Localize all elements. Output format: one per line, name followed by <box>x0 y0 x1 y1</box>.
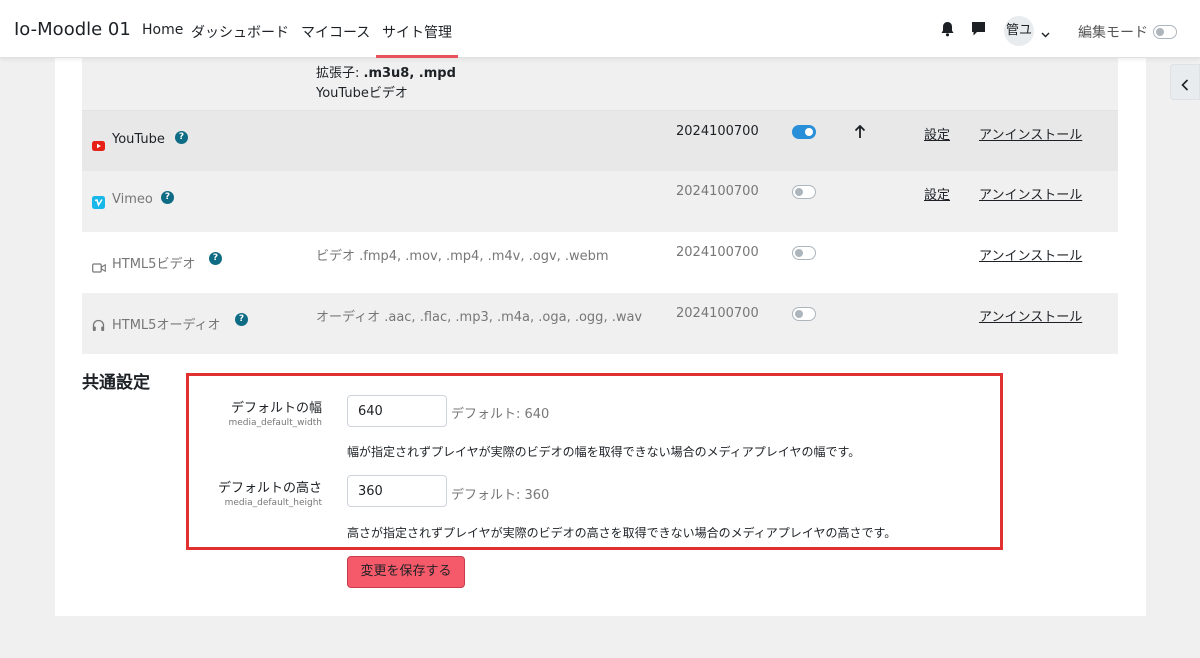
width-label: デフォルトの幅 <box>230 401 322 416</box>
vimeo-icon <box>92 194 105 213</box>
uninstall-link[interactable]: アンインストール <box>979 124 1082 143</box>
enable-toggle[interactable] <box>792 125 816 139</box>
nav-site-admin[interactable]: サイト管理 <box>376 22 458 58</box>
headphones-icon <box>92 317 105 336</box>
table-row-vimeo: Vimeo ? 2024100700 設定 アンインストール <box>82 171 1118 232</box>
enable-toggle[interactable] <box>792 185 816 199</box>
table-row: 拡張子: .m3u8, .mpd YouTubeビデオ <box>82 58 1118 110</box>
height-description: 高さが指定されずプレイヤが実際のビデオの高さを取得できない場合のメディアプレイヤ… <box>347 526 897 540</box>
site-brand[interactable]: Io-Moodle 01 <box>14 19 131 40</box>
edit-mode-label: 編集モード <box>1078 25 1148 41</box>
player-description: オーディオ .aac, .flac, .mp3, .m4a, .oga, .og… <box>316 310 643 325</box>
chevron-left-icon <box>1181 76 1189 95</box>
player-description: YouTubeビデオ <box>316 86 408 101</box>
height-key: media_default_height <box>224 498 322 508</box>
bell-icon[interactable] <box>940 21 955 41</box>
settings-link[interactable]: 設定 <box>924 184 950 203</box>
player-version: 2024100700 <box>676 124 759 139</box>
uninstall-link[interactable]: アンインストール <box>979 184 1082 203</box>
settings-link[interactable]: 設定 <box>924 124 950 143</box>
player-description: ビデオ .fmp4, .mov, .mp4, .m4v, .ogv, .webm <box>316 249 609 264</box>
youtube-icon <box>92 136 105 155</box>
table-row-youtube: YouTube ? 2024100700 設定 アンインストール <box>82 110 1118 171</box>
height-input[interactable] <box>347 475 447 507</box>
player-version: 2024100700 <box>676 184 759 199</box>
table-row-html5-audio: HTML5オーディオ ? オーディオ .aac, .flac, .mp3, .m… <box>82 293 1118 354</box>
height-label: デフォルトの高さ <box>217 481 322 496</box>
help-icon[interactable]: ? <box>235 313 248 326</box>
width-key: media_default_width <box>228 418 322 428</box>
drawer-toggle-button[interactable] <box>1170 64 1200 100</box>
width-input[interactable] <box>347 395 447 427</box>
edit-mode-toggle[interactable] <box>1153 25 1177 39</box>
arrow-up-icon[interactable] <box>854 124 866 143</box>
help-icon[interactable]: ? <box>209 252 222 265</box>
section-title: 共通設定 <box>82 373 150 393</box>
height-default: デフォルト: 360 <box>451 488 550 503</box>
nav-home[interactable]: Home <box>142 22 183 38</box>
player-version: 2024100700 <box>676 306 759 321</box>
nav-my-courses[interactable]: マイコース <box>301 22 370 42</box>
help-icon[interactable]: ? <box>175 131 188 144</box>
chevron-down-icon[interactable] <box>1041 24 1050 43</box>
player-version: 2024100700 <box>676 245 759 260</box>
uninstall-link[interactable]: アンインストール <box>979 306 1082 325</box>
extensions-label: 拡張子: <box>316 66 364 81</box>
uninstall-link[interactable]: アンインストール <box>979 245 1082 264</box>
message-icon[interactable] <box>971 21 986 41</box>
table-row-html5-video: HTML5ビデオ ? ビデオ .fmp4, .mov, .mp4, .m4v, … <box>82 232 1118 293</box>
nav-dashboard[interactable]: ダッシュボード <box>191 22 289 42</box>
width-default: デフォルト: 640 <box>451 407 550 422</box>
player-name: Vimeo <box>112 192 153 207</box>
player-name: HTML5オーディオ <box>112 318 221 333</box>
player-name: HTML5ビデオ <box>112 257 196 272</box>
user-avatar[interactable]: 管ユ <box>1004 16 1034 46</box>
enable-toggle[interactable] <box>792 246 816 260</box>
extensions-value: .m3u8, .mpd <box>363 66 456 81</box>
player-name: YouTube <box>112 132 165 147</box>
navbar: Io-Moodle 01 Home ダッシュボード マイコース サイト管理 管ユ… <box>0 0 1200 58</box>
enable-toggle[interactable] <box>792 307 816 321</box>
help-icon[interactable]: ? <box>161 191 174 204</box>
width-description: 幅が指定されずプレイヤが実際のビデオの幅を取得できない場合のメディアプレイヤの幅… <box>347 445 861 459</box>
video-camera-icon <box>92 258 106 277</box>
save-button[interactable]: 変更を保存する <box>347 556 465 588</box>
